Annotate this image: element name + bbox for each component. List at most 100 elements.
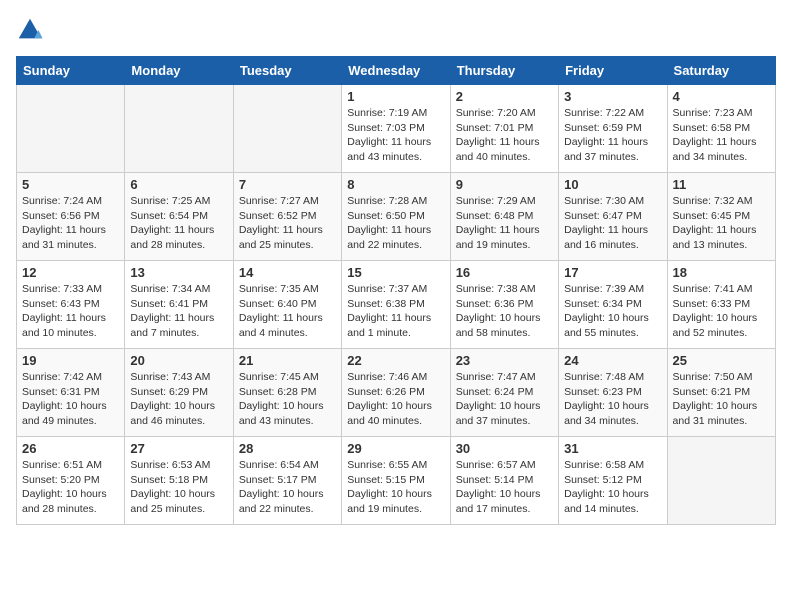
day-info: Sunrise: 7:23 AMSunset: 6:58 PMDaylight:… — [673, 106, 770, 165]
day-info: Sunrise: 7:42 AMSunset: 6:31 PMDaylight:… — [22, 370, 119, 429]
date-number: 30 — [456, 441, 553, 456]
date-number: 18 — [673, 265, 770, 280]
date-number: 17 — [564, 265, 661, 280]
day-info: Sunrise: 7:33 AMSunset: 6:43 PMDaylight:… — [22, 282, 119, 341]
calendar-table: SundayMondayTuesdayWednesdayThursdayFrid… — [16, 56, 776, 525]
date-number: 26 — [22, 441, 119, 456]
day-info: Sunrise: 6:57 AMSunset: 5:14 PMDaylight:… — [456, 458, 553, 517]
date-number: 7 — [239, 177, 336, 192]
day-cell — [125, 85, 233, 173]
day-cell: 16 Sunrise: 7:38 AMSunset: 6:36 PMDayligh… — [450, 261, 558, 349]
date-number: 31 — [564, 441, 661, 456]
day-cell: 4 Sunrise: 7:23 AMSunset: 6:58 PMDaylight… — [667, 85, 775, 173]
date-number: 8 — [347, 177, 444, 192]
day-info: Sunrise: 7:20 AMSunset: 7:01 PMDaylight:… — [456, 106, 553, 165]
date-number: 6 — [130, 177, 227, 192]
day-info: Sunrise: 7:35 AMSunset: 6:40 PMDaylight:… — [239, 282, 336, 341]
day-cell: 29Sunrise: 6:55 AMSunset: 5:15 PMDayligh… — [342, 437, 450, 525]
date-number: 5 — [22, 177, 119, 192]
day-info: Sunrise: 6:53 AMSunset: 5:18 PMDaylight:… — [130, 458, 227, 517]
date-number: 21 — [239, 353, 336, 368]
date-number: 4 — [673, 89, 770, 104]
day-info: Sunrise: 7:50 AMSunset: 6:21 PMDaylight:… — [673, 370, 770, 429]
day-info: Sunrise: 7:41 AMSunset: 6:33 PMDaylight:… — [673, 282, 770, 341]
date-number: 28 — [239, 441, 336, 456]
day-cell: 18 Sunrise: 7:41 AMSunset: 6:33 PMDayligh… — [667, 261, 775, 349]
header-row: SundayMondayTuesdayWednesdayThursdayFrid… — [17, 57, 776, 85]
logo — [16, 16, 48, 44]
day-cell: 10 Sunrise: 7:30 AMSunset: 6:47 PMDayligh… — [559, 173, 667, 261]
day-info: Sunrise: 7:34 AMSunset: 6:41 PMDaylight:… — [130, 282, 227, 341]
day-info: Sunrise: 7:32 AMSunset: 6:45 PMDaylight:… — [673, 194, 770, 253]
page-header — [16, 16, 776, 44]
day-cell: 31Sunrise: 6:58 AMSunset: 5:12 PMDayligh… — [559, 437, 667, 525]
day-cell: 17 Sunrise: 7:39 AMSunset: 6:34 PMDayligh… — [559, 261, 667, 349]
day-cell: 11 Sunrise: 7:32 AMSunset: 6:45 PMDayligh… — [667, 173, 775, 261]
day-cell: 2 Sunrise: 7:20 AMSunset: 7:01 PMDaylight… — [450, 85, 558, 173]
week-row-2: 5 Sunrise: 7:24 AMSunset: 6:56 PMDaylight… — [17, 173, 776, 261]
day-header-wednesday: Wednesday — [342, 57, 450, 85]
date-number: 24 — [564, 353, 661, 368]
day-info: Sunrise: 7:25 AMSunset: 6:54 PMDaylight:… — [130, 194, 227, 253]
week-row-5: 26 Sunrise: 6:51 AMSunset: 5:20 PMDayligh… — [17, 437, 776, 525]
date-number: 27 — [130, 441, 227, 456]
day-cell: 24Sunrise: 7:48 AMSunset: 6:23 PMDayligh… — [559, 349, 667, 437]
date-number: 9 — [456, 177, 553, 192]
day-cell — [17, 85, 125, 173]
day-info: Sunrise: 7:47 AMSunset: 6:24 PMDaylight:… — [456, 370, 553, 429]
day-cell: 15 Sunrise: 7:37 AMSunset: 6:38 PMDayligh… — [342, 261, 450, 349]
day-cell: 12 Sunrise: 7:33 AMSunset: 6:43 PMDayligh… — [17, 261, 125, 349]
week-row-1: 1Sunrise: 7:19 AMSunset: 7:03 PMDaylight… — [17, 85, 776, 173]
day-header-thursday: Thursday — [450, 57, 558, 85]
logo-icon — [16, 16, 44, 44]
day-info: Sunrise: 7:37 AMSunset: 6:38 PMDaylight:… — [347, 282, 444, 341]
date-number: 19 — [22, 353, 119, 368]
day-info: Sunrise: 7:28 AMSunset: 6:50 PMDaylight:… — [347, 194, 444, 253]
day-info: Sunrise: 7:24 AMSunset: 6:56 PMDaylight:… — [22, 194, 119, 253]
day-header-saturday: Saturday — [667, 57, 775, 85]
day-cell: 3 Sunrise: 7:22 AMSunset: 6:59 PMDaylight… — [559, 85, 667, 173]
day-cell: 8 Sunrise: 7:28 AMSunset: 6:50 PMDaylight… — [342, 173, 450, 261]
day-info: Sunrise: 6:51 AMSunset: 5:20 PMDaylight:… — [22, 458, 119, 517]
day-cell: 27 Sunrise: 6:53 AMSunset: 5:18 PMDayligh… — [125, 437, 233, 525]
date-number: 22 — [347, 353, 444, 368]
day-cell: 6 Sunrise: 7:25 AMSunset: 6:54 PMDaylight… — [125, 173, 233, 261]
date-number: 14 — [239, 265, 336, 280]
day-info: Sunrise: 7:46 AMSunset: 6:26 PMDaylight:… — [347, 370, 444, 429]
date-number: 3 — [564, 89, 661, 104]
day-cell: 23 Sunrise: 7:47 AMSunset: 6:24 PMDayligh… — [450, 349, 558, 437]
date-number: 20 — [130, 353, 227, 368]
day-info: Sunrise: 7:30 AMSunset: 6:47 PMDaylight:… — [564, 194, 661, 253]
day-cell: 20 Sunrise: 7:43 AMSunset: 6:29 PMDayligh… — [125, 349, 233, 437]
date-number: 29 — [347, 441, 444, 456]
date-number: 15 — [347, 265, 444, 280]
day-cell: 9Sunrise: 7:29 AMSunset: 6:48 PMDaylight… — [450, 173, 558, 261]
day-cell: 22 Sunrise: 7:46 AMSunset: 6:26 PMDayligh… — [342, 349, 450, 437]
day-cell: 21 Sunrise: 7:45 AMSunset: 6:28 PMDayligh… — [233, 349, 341, 437]
day-cell: 19 Sunrise: 7:42 AMSunset: 6:31 PMDayligh… — [17, 349, 125, 437]
date-number: 10 — [564, 177, 661, 192]
date-number: 12 — [22, 265, 119, 280]
date-number: 23 — [456, 353, 553, 368]
week-row-3: 12 Sunrise: 7:33 AMSunset: 6:43 PMDayligh… — [17, 261, 776, 349]
day-info: Sunrise: 7:38 AMSunset: 6:36 PMDaylight:… — [456, 282, 553, 341]
date-number: 11 — [673, 177, 770, 192]
day-info: Sunrise: 7:43 AMSunset: 6:29 PMDaylight:… — [130, 370, 227, 429]
day-info: Sunrise: 7:22 AMSunset: 6:59 PMDaylight:… — [564, 106, 661, 165]
day-info: Sunrise: 7:39 AMSunset: 6:34 PMDaylight:… — [564, 282, 661, 341]
day-header-sunday: Sunday — [17, 57, 125, 85]
day-cell: 30 Sunrise: 6:57 AMSunset: 5:14 PMDayligh… — [450, 437, 558, 525]
day-cell — [233, 85, 341, 173]
day-cell — [667, 437, 775, 525]
date-number: 25 — [673, 353, 770, 368]
day-info: Sunrise: 7:45 AMSunset: 6:28 PMDaylight:… — [239, 370, 336, 429]
day-header-friday: Friday — [559, 57, 667, 85]
day-header-monday: Monday — [125, 57, 233, 85]
date-number: 16 — [456, 265, 553, 280]
date-number: 2 — [456, 89, 553, 104]
day-info: Sunrise: 6:54 AMSunset: 5:17 PMDaylight:… — [239, 458, 336, 517]
day-cell: 25 Sunrise: 7:50 AMSunset: 6:21 PMDayligh… — [667, 349, 775, 437]
date-number: 1 — [347, 89, 444, 104]
day-cell: 13Sunrise: 7:34 AMSunset: 6:41 PMDayligh… — [125, 261, 233, 349]
day-cell: 28 Sunrise: 6:54 AMSunset: 5:17 PMDayligh… — [233, 437, 341, 525]
